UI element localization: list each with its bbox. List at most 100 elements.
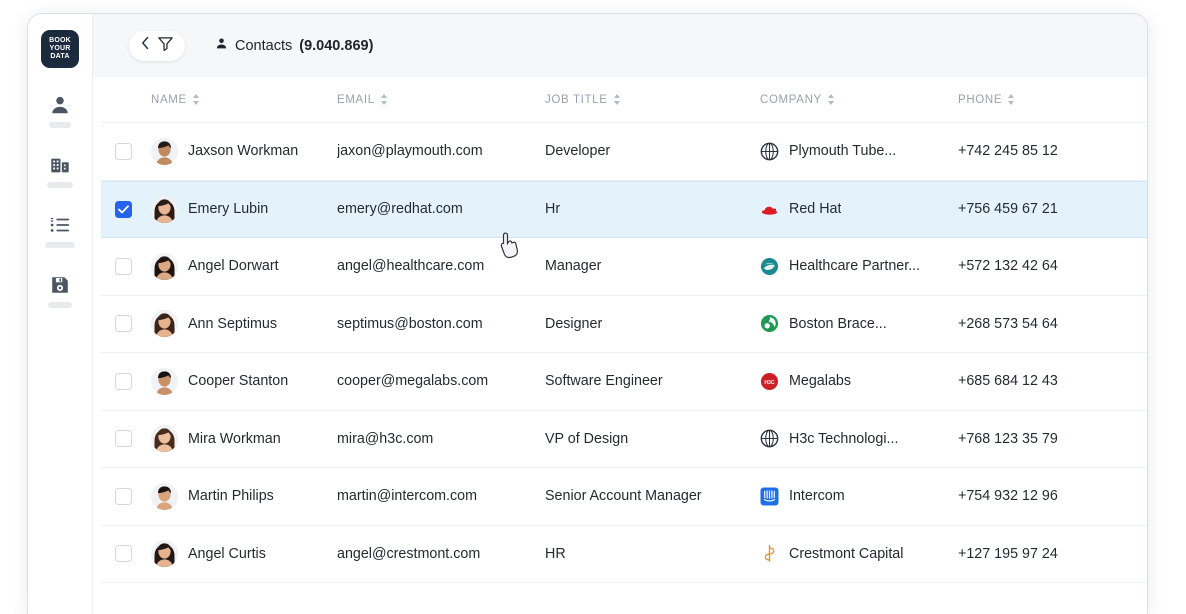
- chevron-left-icon[interactable]: [141, 36, 150, 55]
- cell-name: Ann Septimus: [151, 310, 337, 337]
- row-checkbox[interactable]: [115, 143, 132, 160]
- cell-phone: +127 195 97 24: [958, 546, 1147, 562]
- brand-line-3: DATA: [50, 53, 69, 61]
- cell-job-title: Software Engineer: [545, 373, 760, 389]
- cell-company: Crestmont Capital: [760, 544, 958, 563]
- sidebar-item-companies[interactable]: [47, 154, 73, 188]
- table-row[interactable]: Martin Philipsmartin@intercom.comSenior …: [101, 468, 1147, 526]
- table-row[interactable]: Mira Workmanmira@h3c.comVP of DesignH3c …: [101, 411, 1147, 469]
- table-row[interactable]: Ann Septimusseptimus@boston.comDesignerB…: [101, 296, 1147, 354]
- cell-company: Red Hat: [760, 200, 958, 219]
- plymouth-tube-logo: [760, 142, 779, 161]
- cell-job-title: Developer: [545, 143, 760, 159]
- save-icon: [49, 274, 71, 296]
- brand-line-1: BOOK: [49, 37, 71, 45]
- filter-icon[interactable]: [157, 35, 174, 57]
- sort-arrows-icon[interactable]: [192, 94, 200, 105]
- sidebar-item-lists[interactable]: [45, 214, 75, 248]
- topbar: Contacts (9.040.869): [93, 14, 1147, 77]
- sidebar-label-placeholder: [48, 302, 72, 308]
- sidebar-item-saved[interactable]: [48, 274, 72, 308]
- cell-email: cooper@megalabs.com: [337, 373, 545, 389]
- contact-name: Jaxson Workman: [188, 143, 298, 159]
- column-header-company[interactable]: COMPANY: [760, 94, 958, 106]
- cell-phone: +768 123 35 79: [958, 431, 1147, 447]
- breadcrumb[interactable]: Contacts (9.040.869): [215, 37, 373, 54]
- row-checkbox[interactable]: [115, 545, 132, 562]
- avatar: [151, 253, 178, 280]
- crestmont-capital-logo: [760, 544, 779, 563]
- cell-company: Plymouth Tube...: [760, 142, 958, 161]
- company-name: Red Hat: [789, 201, 841, 217]
- cell-company: H3c Technologi...: [760, 429, 958, 448]
- cell-name: Emery Lubin: [151, 196, 337, 223]
- column-header-email[interactable]: EMAIL: [337, 94, 545, 106]
- cell-email: septimus@boston.com: [337, 316, 545, 332]
- cell-name: Cooper Stanton: [151, 368, 337, 395]
- column-header-phone[interactable]: PHONE: [958, 94, 1147, 106]
- red-hat-logo: [760, 200, 779, 219]
- company-name: Healthcare Partner...: [789, 258, 920, 274]
- cell-name: Mira Workman: [151, 425, 337, 452]
- person-icon: [49, 94, 71, 116]
- sidebar-label-placeholder: [49, 122, 71, 128]
- contacts-table: NAMEEMAIL JOB TITLECOMPANYPHONE Jaxson Wo…: [101, 77, 1147, 614]
- svg-text:H3C: H3C: [764, 380, 775, 386]
- cell-phone: +742 245 85 12: [958, 143, 1147, 159]
- sidebar-item-contacts[interactable]: [49, 94, 71, 128]
- avatar: [151, 310, 178, 337]
- avatar: [151, 138, 178, 165]
- cell-company: Boston Brace...: [760, 314, 958, 333]
- megalabs-logo: H3C: [760, 372, 779, 391]
- contacts-count: (9.040.869): [299, 38, 373, 54]
- cell-name: Jaxson Workman: [151, 138, 337, 165]
- cell-name: Angel Dorwart: [151, 253, 337, 280]
- table-row[interactable]: Angel Dorwartangel@healthcare.comManager…: [101, 238, 1147, 296]
- column-header-label: PHONE: [958, 94, 1002, 106]
- company-name: Intercom: [789, 488, 845, 504]
- cell-job-title: Senior Account Manager: [545, 488, 760, 504]
- row-checkbox[interactable]: [115, 258, 132, 275]
- row-checkbox[interactable]: [115, 201, 132, 218]
- cell-email: angel@healthcare.com: [337, 258, 545, 274]
- sort-arrows-icon[interactable]: [380, 94, 388, 105]
- cell-job-title: VP of Design: [545, 431, 760, 447]
- avatar: [151, 540, 178, 567]
- back-filter-pill[interactable]: [129, 31, 185, 61]
- h3c-logo: [760, 429, 779, 448]
- cell-company: H3C Megalabs: [760, 372, 958, 391]
- column-header-name[interactable]: NAME: [151, 94, 337, 106]
- table-row[interactable]: Emery Lubinemery@redhat.comHrRed Hat+756…: [101, 181, 1147, 239]
- sidebar-label-placeholder: [45, 242, 75, 248]
- brand-logo[interactable]: BOOK YOUR DATA: [41, 30, 79, 68]
- cell-name: Angel Curtis: [151, 540, 337, 567]
- table-body: Jaxson Workmanjaxon@playmouth.comDevelop…: [101, 123, 1147, 583]
- avatar: [151, 196, 178, 223]
- sort-arrows-icon[interactable]: [613, 94, 621, 105]
- sidebar-label-placeholder: [47, 182, 73, 188]
- table-row[interactable]: Angel Curtisangel@crestmont.comHRCrestmo…: [101, 526, 1147, 584]
- row-checkbox[interactable]: [115, 315, 132, 332]
- column-header-label: EMAIL: [337, 94, 375, 106]
- row-checkbox[interactable]: [115, 430, 132, 447]
- breadcrumb-label: Contacts: [235, 38, 292, 54]
- person-icon: [215, 37, 228, 54]
- sort-arrows-icon[interactable]: [827, 94, 835, 105]
- brand-line-2: YOUR: [49, 45, 70, 53]
- contact-name: Cooper Stanton: [188, 373, 288, 389]
- column-header-job_title[interactable]: JOB TITLE: [545, 94, 760, 106]
- contact-name: Mira Workman: [188, 431, 281, 447]
- healthcare-partners-logo: [760, 257, 779, 276]
- sort-arrows-icon[interactable]: [1007, 94, 1015, 105]
- table-row[interactable]: Jaxson Workmanjaxon@playmouth.comDevelop…: [101, 123, 1147, 181]
- company-name: Plymouth Tube...: [789, 143, 896, 159]
- cell-email: angel@crestmont.com: [337, 546, 545, 562]
- row-checkbox[interactable]: [115, 373, 132, 390]
- table-row[interactable]: Cooper Stanton cooper@megalabs.comSoftwar…: [101, 353, 1147, 411]
- cell-company: Healthcare Partner...: [760, 257, 958, 276]
- company-name: Megalabs: [789, 373, 851, 389]
- cell-phone: +756 459 67 21: [958, 201, 1147, 217]
- row-checkbox[interactable]: [115, 488, 132, 505]
- boston-brace-logo: [760, 314, 779, 333]
- contact-name: Angel Curtis: [188, 546, 266, 562]
